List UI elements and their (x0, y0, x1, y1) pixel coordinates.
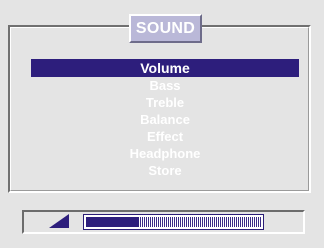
menu-item-store[interactable]: Store (31, 162, 299, 179)
menu-item-effect[interactable]: Effect (31, 128, 299, 145)
menu-item-treble[interactable]: Treble (31, 94, 299, 111)
menu-title: SOUND (129, 14, 202, 43)
menu-item-headphone[interactable]: Headphone (31, 145, 299, 162)
volume-icon (49, 214, 69, 228)
menu-list: Volume Bass Treble Balance Effect Headph… (31, 59, 299, 179)
menu-item-balance[interactable]: Balance (31, 111, 299, 128)
menu-item-bass[interactable]: Bass (31, 77, 299, 94)
volume-level-fill (86, 217, 139, 227)
volume-level-bar[interactable] (83, 214, 264, 230)
menu-item-volume[interactable]: Volume (31, 59, 299, 77)
osd-screen: SOUND Volume Bass Treble Balance Effect … (0, 0, 324, 248)
